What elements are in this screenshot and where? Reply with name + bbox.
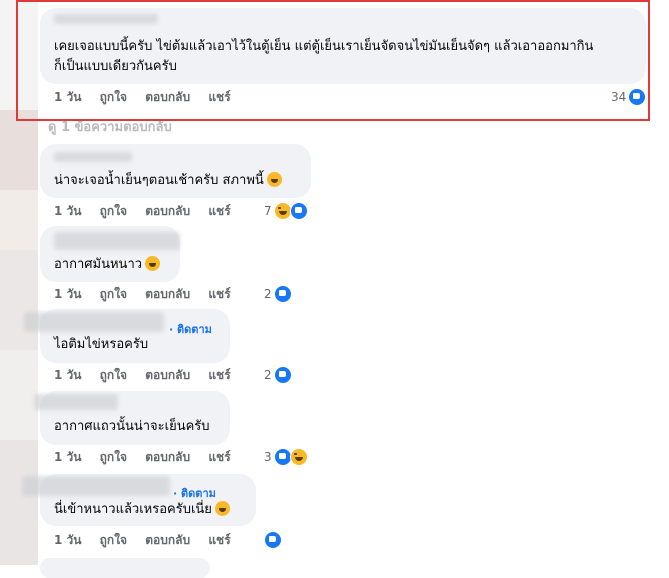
commenter-name[interactable] xyxy=(34,394,118,410)
share-button[interactable]: แชร์ xyxy=(208,204,230,218)
share-button[interactable]: แชร์ xyxy=(208,287,230,301)
reply-text: นี่เข้าหนาวแล้วเหรอครับเนี่ย xyxy=(54,499,230,521)
like-reaction-icon xyxy=(264,531,282,549)
reaction-count[interactable]: 2 xyxy=(264,366,292,384)
reaction-count[interactable]: 7 xyxy=(264,202,308,220)
timestamp: 1 วัน xyxy=(54,533,82,547)
commenter-name[interactable] xyxy=(24,312,164,332)
reaction-count[interactable]: 3 xyxy=(264,448,308,466)
reply-button[interactable]: ตอบกลับ xyxy=(145,533,190,547)
share-button[interactable]: แชร์ xyxy=(208,368,230,382)
reply-actions: 1 วัน ถูกใจ ตอบกลับ แชร์ xyxy=(54,202,245,221)
like-button[interactable]: ถูกใจ xyxy=(100,533,127,547)
view-replies-link[interactable]: ดู 1 ข้อความตอบกลับ xyxy=(48,116,172,137)
haha-reaction-icon xyxy=(289,448,308,466)
commenter-name[interactable] xyxy=(54,152,132,162)
reply-button[interactable]: ตอบกลับ xyxy=(145,368,190,382)
share-button[interactable]: แชร์ xyxy=(208,533,230,547)
reply-text: อากาศแถวนั้นน่าจะเย็นครับ xyxy=(54,419,210,434)
timestamp: 1 วัน xyxy=(54,204,82,218)
like-button[interactable]: ถูกใจ xyxy=(100,368,127,382)
commenter-name[interactable] xyxy=(22,476,170,496)
timestamp: 1 วัน xyxy=(54,368,82,382)
reply-button[interactable]: ตอบกลับ xyxy=(145,287,190,301)
timestamp: 1 วัน xyxy=(54,450,82,464)
reply-actions: 1 วัน ถูกใจ ตอบกลับ แชร์ xyxy=(54,366,245,385)
reaction-count[interactable]: 2 xyxy=(264,285,292,303)
timestamp: 1 วัน xyxy=(54,287,82,301)
reaction-count[interactable] xyxy=(264,531,282,549)
laugh-emoji-icon xyxy=(266,172,282,187)
reply-button[interactable]: ตอบกลับ xyxy=(145,450,190,464)
laugh-emoji-icon xyxy=(145,256,161,271)
reply-button[interactable]: ตอบกลับ xyxy=(145,204,190,218)
like-button[interactable]: ถูกใจ xyxy=(100,287,127,301)
share-button[interactable]: แชร์ xyxy=(208,450,230,464)
laugh-emoji-icon xyxy=(214,501,230,516)
commenter-name[interactable] xyxy=(54,232,180,250)
like-reaction-icon xyxy=(273,448,292,466)
haha-reaction-icon xyxy=(273,202,292,220)
like-reaction-icon xyxy=(273,366,292,384)
reply-actions: 1 วัน ถูกใจ ตอบกลับ แชร์ xyxy=(54,531,245,550)
reply-text: น่าจะเจอน้ำเย็นๆตอนเช้าครับ สภาพนี้ xyxy=(54,170,282,192)
reply-text: อากาศมันหนาว xyxy=(54,254,161,276)
highlight-frame xyxy=(16,0,650,121)
follow-button[interactable]: · ติดตาม xyxy=(169,320,212,338)
reply-actions: 1 วัน ถูกใจ ตอบกลับ แชร์ xyxy=(54,285,245,304)
like-button[interactable]: ถูกใจ xyxy=(100,450,127,464)
like-reaction-icon xyxy=(273,285,292,303)
like-reaction-icon xyxy=(289,202,308,220)
reply-text: ไอติมไข่หรอครับ xyxy=(54,337,149,352)
reply-actions: 1 วัน ถูกใจ ตอบกลับ แชร์ xyxy=(54,448,245,467)
reply-bubble-partial xyxy=(40,558,210,578)
like-button[interactable]: ถูกใจ xyxy=(100,204,127,218)
